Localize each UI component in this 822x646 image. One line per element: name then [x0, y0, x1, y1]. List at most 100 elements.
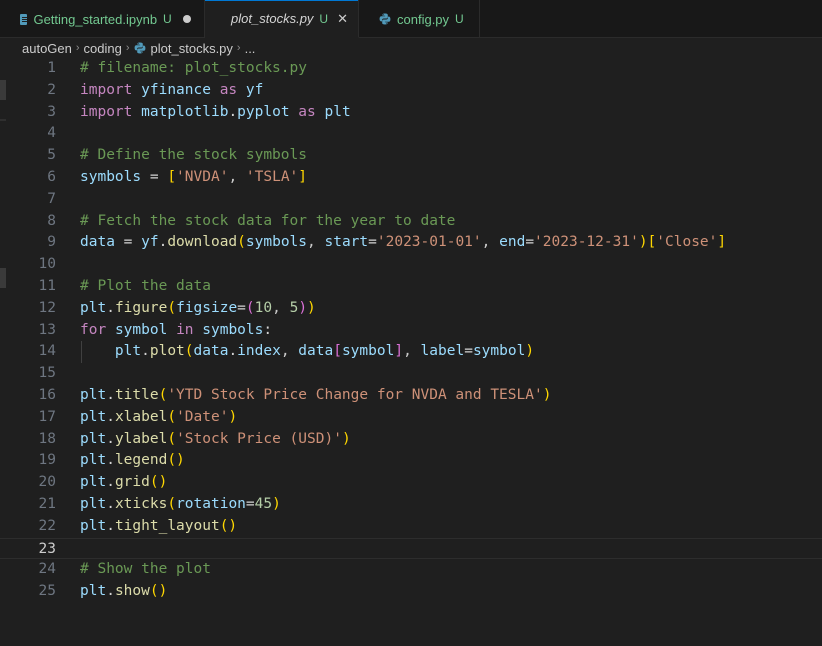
- code-line[interactable]: 12 plt.figure(figsize=(10, 5)): [0, 298, 822, 320]
- code-line[interactable]: 24 # Show the plot: [0, 559, 822, 581]
- code-line[interactable]: 25 plt.show(): [0, 581, 822, 603]
- code-token: 'NVDA': [176, 169, 229, 185]
- code-token: start: [324, 234, 369, 251]
- code-token: data: [193, 343, 229, 360]
- code-line[interactable]: 2 import yfinance as yf: [0, 80, 822, 102]
- code-token: # Plot the data: [80, 278, 211, 294]
- code-text: for symbol in symbols:: [80, 320, 272, 342]
- code-line[interactable]: 20 plt.grid(): [0, 472, 822, 494]
- breadcrumb: autoGen › coding › plot_stocks.py › ...: [0, 38, 822, 58]
- line-number: 9: [47, 234, 56, 251]
- code-token: # Fetch the stock data for the year to d…: [80, 212, 456, 229]
- code-text: plt.show(): [80, 581, 167, 603]
- code-text: symbols = ['NVDA', 'TSLA']: [80, 167, 307, 189]
- tab-label: plot_stocks.py: [231, 11, 314, 26]
- tab-getting-started[interactable]: Getting_started.ipynb U: [0, 0, 205, 38]
- line-number: 3: [47, 103, 56, 120]
- git-status-badge: U: [163, 12, 172, 26]
- code-line[interactable]: 14 plt.plot(data.index, data[symbol], la…: [0, 341, 822, 363]
- code-token: .: [106, 496, 115, 512]
- breadcrumb-item-symbol[interactable]: ...: [245, 41, 256, 56]
- code-token: ,: [272, 299, 290, 316]
- close-icon[interactable]: ✕: [337, 11, 348, 27]
- code-text: # Show the plot: [80, 559, 211, 581]
- code-token: '2023-01-01': [376, 234, 482, 251]
- code-text: # Fetch the stock data for the year to d…: [80, 211, 455, 233]
- breadcrumb-item-coding[interactable]: coding: [84, 41, 122, 56]
- code-token: ]: [394, 343, 404, 360]
- code-token: rotation: [176, 496, 246, 512]
- code-token: (): [219, 517, 238, 534]
- code-token: ): [341, 430, 351, 447]
- breadcrumb-item-file[interactable]: plot_stocks.py: [151, 41, 233, 56]
- code-line[interactable]: 16 plt.title('YTD Stock Price Change for …: [0, 385, 822, 407]
- code-text: plt.tight_layout(): [80, 516, 237, 538]
- code-token: (): [149, 474, 168, 491]
- code-token: end: [499, 234, 526, 251]
- code-token: ,: [307, 234, 325, 251]
- code-token: =: [464, 343, 473, 360]
- chevron-right-icon: ›: [125, 42, 130, 54]
- code-line[interactable]: 13 for symbol in symbols:: [0, 320, 822, 342]
- code-token: ,: [481, 234, 500, 251]
- git-status-badge: U: [455, 12, 464, 26]
- code-text: plt.figure(figsize=(10, 5)): [80, 298, 316, 320]
- code-token: matplotlib: [141, 103, 229, 120]
- code-token: [: [333, 343, 342, 360]
- code-line[interactable]: 4: [0, 123, 822, 145]
- code-token: plt: [80, 583, 107, 600]
- code-token: figsize: [176, 299, 238, 316]
- code-text: plt.legend(): [80, 450, 185, 472]
- code-token: data: [80, 234, 115, 251]
- code-token: pyplot: [237, 103, 290, 120]
- tab-plot-stocks[interactable]: plot_stocks.py U ✕: [205, 0, 359, 38]
- code-token: .: [228, 103, 238, 120]
- code-token: plt: [80, 452, 107, 469]
- code-token: ]: [717, 234, 727, 251]
- code-token: plt: [80, 387, 107, 403]
- code-token: ): [298, 299, 308, 316]
- code-token: .: [141, 343, 150, 360]
- code-token: ): [228, 408, 238, 425]
- code-line[interactable]: 15: [0, 363, 822, 385]
- code-line[interactable]: 18 plt.ylabel('Stock Price (USD)'): [0, 429, 822, 451]
- code-token: ]: [298, 169, 308, 185]
- code-line[interactable]: 1 # filename: plot_stocks.py: [0, 58, 822, 80]
- tab-config[interactable]: config.py U: [359, 0, 480, 38]
- code-line[interactable]: 17 plt.xlabel('Date'): [0, 407, 822, 429]
- code-line[interactable]: 5 # Define the stock symbols: [0, 145, 822, 167]
- code-token: (: [237, 234, 246, 251]
- code-line[interactable]: 3 import matplotlib.pyplot as plt: [0, 102, 822, 124]
- code-line[interactable]: 11 # Plot the data: [0, 276, 822, 298]
- code-token: plot: [149, 343, 185, 360]
- code-line[interactable]: 10: [0, 254, 822, 276]
- code-text: plt.plot(data.index, data[symbol], label…: [80, 341, 534, 363]
- code-token: # filename: plot_stocks.py: [80, 60, 307, 76]
- line-number: 19: [38, 452, 56, 469]
- code-token: .: [106, 517, 115, 534]
- code-line[interactable]: 22 plt.tight_layout(): [0, 516, 822, 538]
- code-token: (: [167, 408, 177, 425]
- code-text: # Plot the data: [80, 276, 211, 298]
- code-line[interactable]: 23: [0, 537, 822, 560]
- code-line[interactable]: 6 symbols = ['NVDA', 'TSLA']: [0, 167, 822, 189]
- code-token: plt: [80, 474, 107, 491]
- code-token: .: [106, 583, 115, 600]
- code-line[interactable]: 9 data = yf.download(symbols, start='2023…: [0, 232, 822, 254]
- code-line[interactable]: 21 plt.xticks(rotation=45): [0, 494, 822, 516]
- code-editor[interactable]: 1 # filename: plot_stocks.py 2 import yfina…: [0, 58, 822, 646]
- editor-tab-bar: Getting_started.ipynb U plot_stocks.py U…: [0, 0, 822, 38]
- code-line[interactable]: 19 plt.legend(): [0, 450, 822, 472]
- code-line[interactable]: 7: [0, 189, 822, 211]
- code-line[interactable]: 8 # Fetch the stock data for the year to …: [0, 211, 822, 233]
- tab-label: config.py: [397, 11, 450, 27]
- breadcrumb-item-autogen[interactable]: autoGen: [22, 41, 72, 56]
- code-token: ylabel: [114, 430, 168, 447]
- code-token: yfinance: [141, 81, 211, 98]
- unsaved-dot-icon[interactable]: [181, 15, 194, 23]
- code-token: legend: [114, 452, 168, 469]
- code-token: as: [219, 81, 238, 98]
